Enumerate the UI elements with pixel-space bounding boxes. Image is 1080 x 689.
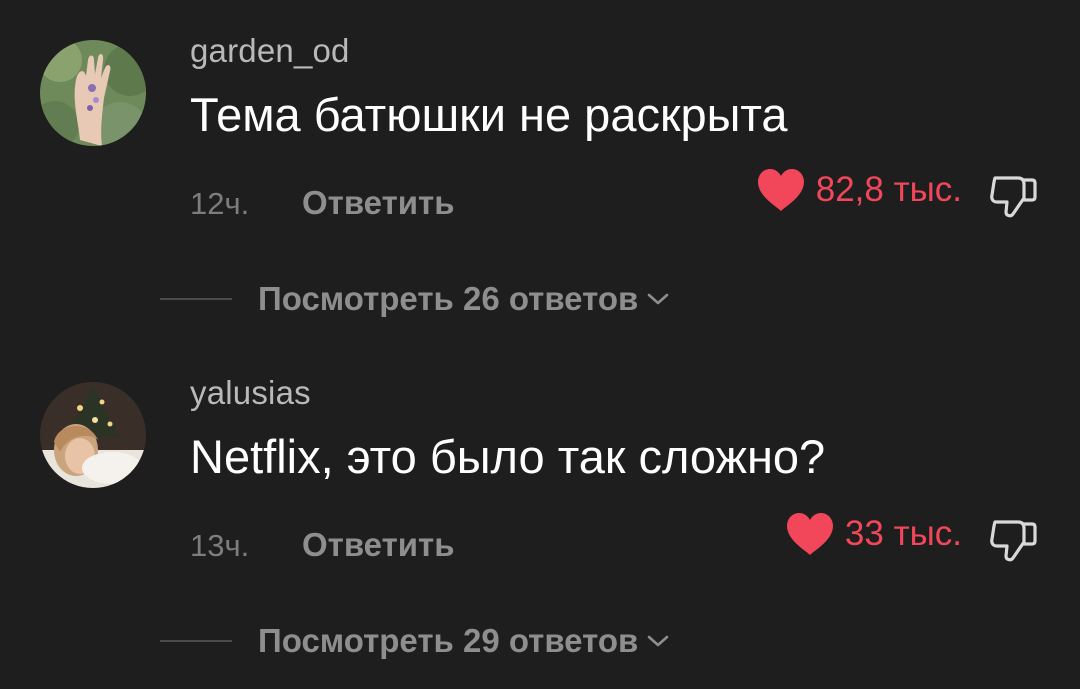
thumbs-down-icon[interactable] <box>988 514 1042 564</box>
like-count: 33 тыс. <box>844 514 962 553</box>
reply-button[interactable]: Ответить <box>302 526 455 564</box>
heart-icon <box>785 512 835 556</box>
view-replies-button[interactable]: Посмотреть 26 ответов <box>160 280 670 318</box>
like-button[interactable]: 82,8 тыс. <box>756 168 962 212</box>
comment-text: Netflix, это было так сложно? <box>190 430 826 483</box>
view-replies-button[interactable]: Посмотреть 29 ответов <box>160 622 670 660</box>
reply-button[interactable]: Ответить <box>302 184 455 222</box>
comment-time: 12ч. <box>190 186 250 221</box>
chevron-down-icon <box>646 291 670 307</box>
thumbs-down-icon[interactable] <box>988 170 1042 220</box>
comment-time: 13ч. <box>190 528 250 563</box>
view-replies-label: Посмотреть 26 ответов <box>258 280 639 317</box>
like-count: 82,8 тыс. <box>815 170 962 209</box>
divider <box>160 640 232 642</box>
comment-text: Тема батюшки не раскрыта <box>190 88 788 141</box>
heart-icon <box>756 168 806 212</box>
avatar[interactable] <box>40 40 146 146</box>
divider <box>160 298 232 300</box>
username[interactable]: yalusias <box>190 374 311 412</box>
avatar[interactable] <box>40 382 146 488</box>
chevron-down-icon <box>646 633 670 649</box>
view-replies-label: Посмотреть 29 ответов <box>258 622 639 659</box>
username[interactable]: garden_od <box>190 32 350 70</box>
like-button[interactable]: 33 тыс. <box>785 512 962 556</box>
